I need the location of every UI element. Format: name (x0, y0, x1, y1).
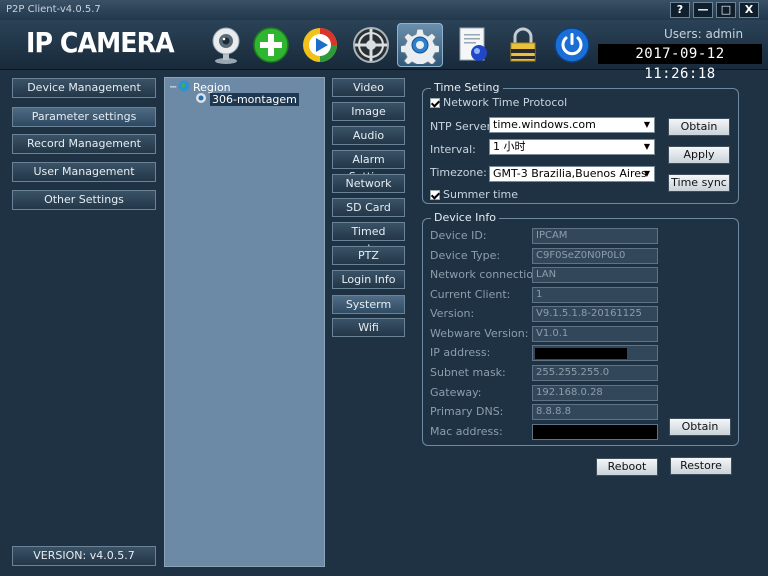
submenu-video[interactable]: Video (332, 78, 405, 97)
current-user: Users: admin (664, 27, 744, 41)
ip-address-label: IP address: (430, 346, 491, 359)
window-title: P2P Client-v4.0.5.7 (6, 4, 101, 15)
gateway-field: 192.168.0.28 (532, 385, 658, 401)
ntp-server-label: NTP Server: (430, 120, 495, 133)
current-client-label: Current Client: (430, 288, 511, 301)
redacted-ip-block (535, 348, 627, 359)
reboot-button[interactable]: Reboot (596, 458, 658, 476)
mac-address-label: Mac address: (430, 425, 503, 438)
maximize-button[interactable]: □ (716, 2, 736, 18)
subnet-mask-label: Subnet mask: (430, 366, 506, 379)
power-icon[interactable] (549, 23, 595, 67)
nav-user-management[interactable]: User Management (12, 162, 156, 182)
network-connection-field: LAN (532, 267, 658, 283)
time-obtain-button[interactable]: Obtain (668, 118, 730, 136)
ntp-checkbox-label: Network Time Protocol (443, 96, 568, 109)
submenu-audio[interactable]: Audio (332, 126, 405, 145)
chevron-down-icon[interactable]: ▼ (641, 168, 653, 180)
submenu-ptz[interactable]: PTZ (332, 246, 405, 265)
timezone-select[interactable]: GMT-3 Brazilia,Buenos Aires ▼ (489, 166, 655, 182)
device-info-obtain-button[interactable]: Obtain (669, 418, 731, 436)
chevron-down-icon[interactable]: ▼ (641, 141, 653, 153)
ntp-server-value: time.windows.com (493, 118, 596, 131)
minimize-button[interactable]: — (693, 2, 713, 18)
current-client-field: 1 (532, 287, 658, 303)
device-type-label: Device Type: (430, 249, 501, 262)
restore-button[interactable]: Restore (670, 457, 732, 475)
log-document-icon[interactable] (450, 23, 496, 67)
submenu-image[interactable]: Image (332, 102, 405, 121)
ntp-checkbox-box[interactable] (430, 97, 440, 108)
app-logo: IP CAMERA (26, 26, 175, 59)
nav-parameter-settings[interactable]: Parameter settings (12, 107, 156, 127)
close-button[interactable]: X (739, 2, 759, 18)
clock-display: 2017-09-12 11:26:18 (598, 44, 762, 82)
add-icon[interactable] (248, 23, 294, 67)
globe-icon (178, 80, 190, 95)
webcam-icon[interactable] (203, 23, 249, 67)
interval-select[interactable]: 1 小时 ▼ (489, 139, 655, 155)
apply-button[interactable]: Apply (668, 146, 730, 164)
device-tree[interactable]: − Region 306-montagem (164, 77, 325, 567)
primary-dns-label: Primary DNS: (430, 405, 504, 418)
time-sync-button[interactable]: Time sync (668, 174, 730, 192)
device-type-field: C9F0SeZ0N0P0L0 (532, 248, 658, 264)
title-bar[interactable]: P2P Client-v4.0.5.7 ? — □ X (0, 0, 768, 20)
ntp-server-select[interactable]: time.windows.com ▼ (489, 117, 655, 133)
nav-record-management[interactable]: Record Management (12, 134, 156, 154)
tree-node-camera[interactable]: 306-montagem (195, 92, 299, 107)
summer-time-checkbox[interactable]: Summer time (430, 188, 518, 201)
summer-time-checkbox-box[interactable] (430, 189, 440, 200)
device-info-title: Device Info (431, 211, 499, 224)
settings-gear-icon[interactable] (397, 23, 443, 67)
lock-icon[interactable] (500, 23, 546, 67)
interval-value: 1 小时 (493, 140, 526, 153)
tree-collapse-icon[interactable]: − (169, 82, 178, 93)
version-label-field: Version: (430, 307, 475, 320)
ptz-wheel-icon[interactable] (348, 23, 394, 67)
chevron-down-icon[interactable]: ▼ (641, 119, 653, 131)
device-id-field: IPCAM (532, 228, 658, 244)
primary-dns-field: 8.8.8.8 (532, 404, 658, 420)
app-window: P2P Client-v4.0.5.7 ? — □ X IP CAMERA Us… (0, 0, 768, 576)
playback-icon[interactable] (297, 23, 343, 67)
help-button[interactable]: ? (670, 2, 690, 18)
ntp-checkbox[interactable]: Network Time Protocol (430, 96, 567, 109)
gateway-label: Gateway: (430, 386, 482, 399)
submenu-network[interactable]: Network (332, 174, 405, 193)
version-label: VERSION: v4.0.5.7 (12, 546, 156, 566)
summer-time-label: Summer time (443, 188, 519, 201)
webware-version-label: Webware Version: (430, 327, 529, 340)
header: IP CAMERA Users: admin 2017-09-12 11:26:… (0, 20, 768, 82)
timezone-label: Timezone: (430, 166, 487, 179)
submenu-system[interactable]: Systerm (332, 295, 405, 314)
time-setting-title: Time Seting (431, 81, 503, 94)
submenu-wifi[interactable]: Wifi (332, 318, 405, 337)
timezone-value: GMT-3 Brazilia,Buenos Aires (493, 167, 647, 180)
submenu-login-info[interactable]: Login Info (332, 270, 405, 289)
interval-label: Interval: (430, 143, 476, 156)
nav-other-settings[interactable]: Other Settings (12, 190, 156, 210)
tree-label-camera: 306-montagem (210, 93, 299, 106)
mac-address-field (532, 424, 658, 440)
submenu-alarm-setting[interactable]: Alarm Setting (332, 150, 405, 183)
network-connection-label: Network connection: (430, 268, 544, 281)
submenu-sd-card[interactable]: SD Card (332, 198, 405, 217)
webware-version-field: V1.0.1 (532, 326, 658, 342)
device-id-label: Device ID: (430, 229, 487, 242)
nav-device-management[interactable]: Device Management (12, 78, 156, 98)
camera-node-icon (195, 92, 207, 107)
firmware-version-field: V9.1.5.1.8-20161125 (532, 306, 658, 322)
subnet-mask-field: 255.255.255.0 (532, 365, 658, 381)
submenu-timed-capture[interactable]: Timed capture (332, 222, 405, 255)
